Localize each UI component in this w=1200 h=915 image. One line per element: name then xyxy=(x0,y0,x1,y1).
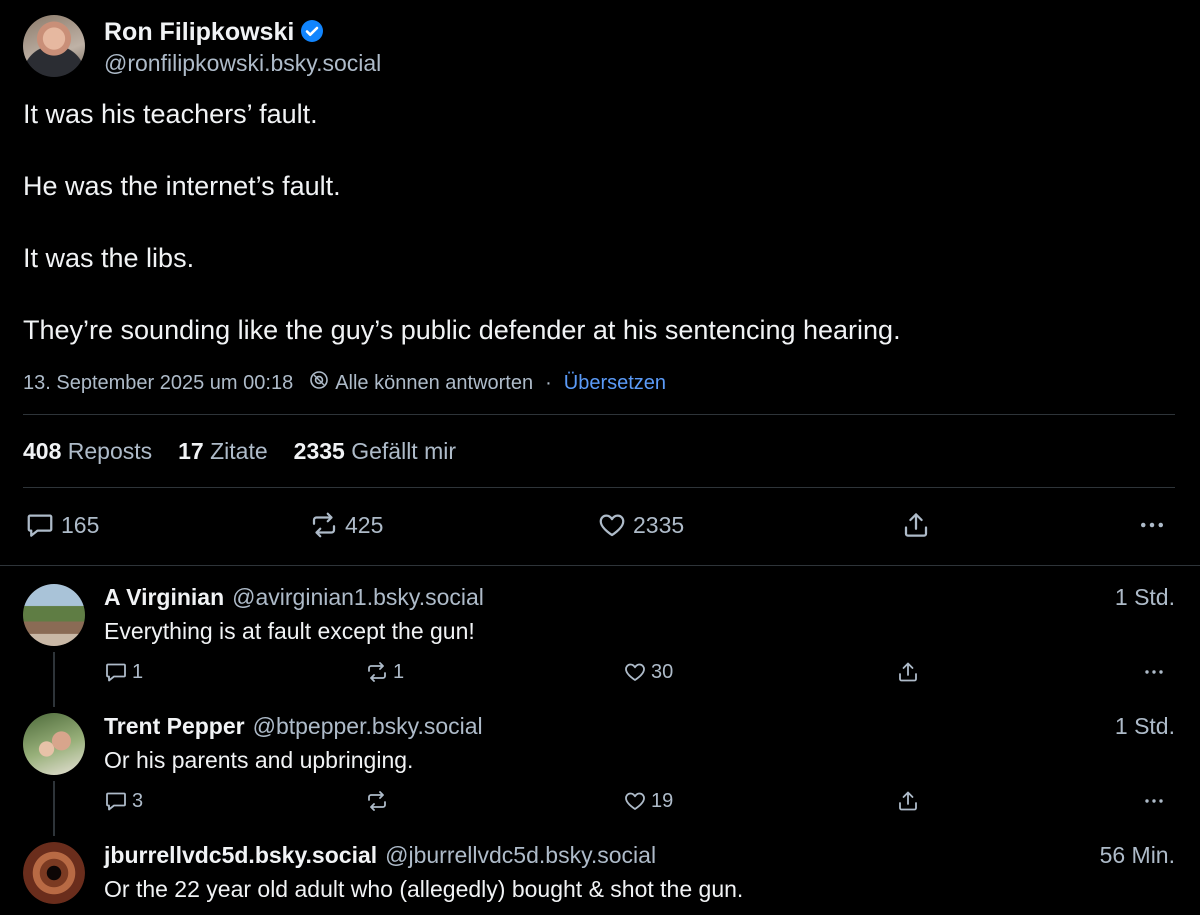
reply-icon xyxy=(25,510,55,540)
thread-line xyxy=(53,781,55,836)
quotes-count: 17 xyxy=(178,438,204,464)
share-button[interactable] xyxy=(901,510,931,540)
share-icon xyxy=(896,660,920,684)
reply-count: 3 xyxy=(132,789,144,812)
more-options-button[interactable] xyxy=(1141,789,1167,813)
verified-badge-icon xyxy=(300,19,324,50)
author-avatar[interactable] xyxy=(23,15,85,77)
reposts-stat[interactable]: 408 Reposts xyxy=(23,438,152,465)
author-name-row[interactable]: Ron Filipkowski xyxy=(104,18,324,50)
like-button[interactable]: 30 xyxy=(623,660,673,684)
repost-icon xyxy=(309,510,339,540)
like-count: 19 xyxy=(651,789,674,812)
reply-author-handle[interactable]: @avirginian1.bsky.social xyxy=(232,584,484,610)
reply-author-handle[interactable]: @jburrellvdc5d.bsky.social xyxy=(385,842,656,868)
reposts-label: Reposts xyxy=(67,438,153,464)
repost-icon xyxy=(365,789,389,813)
likes-label: Gefällt mir xyxy=(351,438,457,464)
post-meta: 13. September 2025 um 00:18 Alle können … xyxy=(23,370,666,396)
reply-author[interactable]: jburrellvdc5d.bsky.social @jburrellvdc5d.… xyxy=(104,842,656,869)
post-timestamp: 13. September 2025 um 00:18 xyxy=(23,371,294,394)
reply-setting: Alle können antworten xyxy=(335,371,534,394)
more-dots-icon xyxy=(1141,660,1167,684)
share-icon xyxy=(901,510,931,540)
heart-icon xyxy=(623,789,647,813)
translate-link[interactable]: Übersetzen xyxy=(564,372,666,395)
meta-separator: · xyxy=(545,371,552,394)
reply-icon xyxy=(104,789,128,813)
quotes-stat[interactable]: 17 Zitate xyxy=(178,438,268,465)
reply-icon xyxy=(104,660,128,684)
like-count: 2335 xyxy=(633,511,685,538)
reply-button[interactable]: 3 xyxy=(104,789,143,813)
more-dots-icon xyxy=(1137,510,1167,540)
divider xyxy=(23,487,1175,488)
reply-count: 1 xyxy=(132,660,144,683)
reply-count: 165 xyxy=(61,511,100,538)
reposts-count: 408 xyxy=(23,438,62,464)
repost-icon xyxy=(365,660,389,684)
share-button[interactable] xyxy=(896,789,920,813)
reply-text: Or the 22 year old adult who (allegedly)… xyxy=(104,876,744,902)
like-count: 30 xyxy=(651,660,674,683)
post-stats: 408 Reposts 17 Zitate 2335 Gefällt mir xyxy=(23,438,482,465)
share-icon xyxy=(896,789,920,813)
more-dots-icon xyxy=(1141,789,1167,813)
author-name[interactable]: Ron Filipkowski xyxy=(104,18,294,46)
reply-avatar[interactable] xyxy=(23,584,85,646)
reply-author-name[interactable]: jburrellvdc5d.bsky.social xyxy=(104,842,377,868)
share-button[interactable] xyxy=(896,660,920,684)
reply-time[interactable]: 1 Std. xyxy=(1115,713,1175,740)
repost-button[interactable]: 1 xyxy=(365,660,404,684)
reply-avatar[interactable] xyxy=(23,842,85,904)
reply-button[interactable]: 165 xyxy=(25,510,99,540)
quotes-label: Zitate xyxy=(210,438,268,464)
post-text-line: He was the internet’s fault. xyxy=(23,171,341,201)
repost-button[interactable] xyxy=(365,789,389,813)
reply-author[interactable]: A Virginian @avirginian1.bsky.social xyxy=(104,584,484,611)
post-text-line: It was his teachers’ fault. xyxy=(23,99,318,129)
reply-author-handle[interactable]: @btpepper.bsky.social xyxy=(253,713,483,739)
reply-button[interactable]: 1 xyxy=(104,660,143,684)
reply-author-name[interactable]: A Virginian xyxy=(104,584,224,610)
reply-time[interactable]: 1 Std. xyxy=(1115,584,1175,611)
reply-time[interactable]: 56 Min. xyxy=(1100,842,1175,869)
repost-button[interactable]: 425 xyxy=(309,510,383,540)
heart-icon xyxy=(623,660,647,684)
like-button[interactable]: 19 xyxy=(623,789,673,813)
thread-line xyxy=(53,652,55,707)
reply-author-name[interactable]: Trent Pepper xyxy=(104,713,245,739)
heart-icon xyxy=(597,510,627,540)
likes-stat[interactable]: 2335 Gefällt mir xyxy=(294,438,456,465)
reply-text: Everything is at fault except the gun! xyxy=(104,618,475,644)
reply-avatar[interactable] xyxy=(23,713,85,775)
more-options-button[interactable] xyxy=(1137,510,1167,540)
reply-author[interactable]: Trent Pepper @btpepper.bsky.social xyxy=(104,713,483,740)
globe-icon xyxy=(309,370,329,396)
repost-count: 425 xyxy=(345,511,384,538)
reply-text: Or his parents and upbringing. xyxy=(104,747,414,773)
repost-count: 1 xyxy=(393,660,405,683)
post-text-line: It was the libs. xyxy=(23,243,195,273)
post-text-line: They’re sounding like the guy’s public d… xyxy=(23,315,901,345)
divider xyxy=(23,414,1175,415)
like-button[interactable]: 2335 xyxy=(597,510,684,540)
more-options-button[interactable] xyxy=(1141,660,1167,684)
author-handle[interactable]: @ronfilipkowski.bsky.social xyxy=(104,50,381,77)
divider xyxy=(0,565,1200,566)
likes-count: 2335 xyxy=(293,438,345,464)
